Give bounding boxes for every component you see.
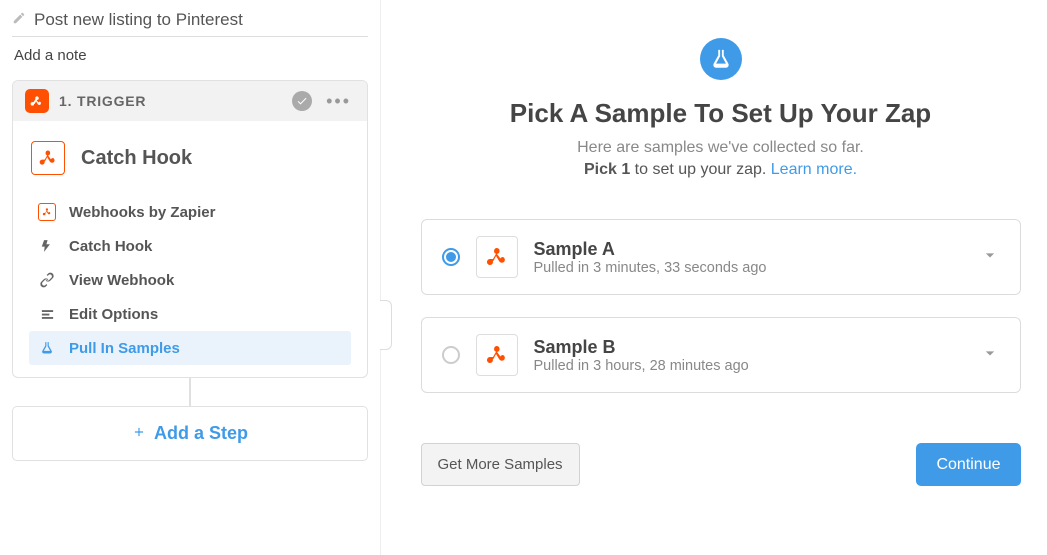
plus-icon	[132, 423, 146, 444]
flask-hero-icon	[700, 38, 742, 80]
zap-title: Post new listing to Pinterest	[34, 10, 243, 30]
substep-edit-label: Edit Options	[69, 306, 158, 323]
substep-action-label: Catch Hook	[69, 238, 152, 255]
trigger-step-title: Catch Hook	[81, 147, 192, 170]
lightning-icon	[37, 236, 57, 256]
samples-list: Sample A Pulled in 3 minutes, 33 seconds…	[421, 219, 1021, 415]
options-icon	[37, 304, 57, 324]
main-subtext: Here are samples we've collected so far.	[577, 139, 864, 157]
sample-card[interactable]: Sample B Pulled in 3 hours, 28 minutes a…	[421, 317, 1021, 393]
sample-name: Sample A	[534, 239, 964, 260]
learn-more-link[interactable]: Learn more.	[771, 161, 857, 178]
trigger-substeps: Webhooks by Zapier Catch Hook View Webho…	[13, 195, 367, 377]
step-connector	[189, 378, 191, 406]
chevron-down-icon[interactable]	[980, 245, 1000, 270]
radio-unselected[interactable]	[442, 346, 460, 364]
main-pick-text: Pick 1 to set up your zap. Learn more.	[584, 161, 857, 179]
step-menu-icon[interactable]: •••	[322, 91, 355, 112]
webhook-icon	[476, 236, 518, 278]
add-step-label: Add a Step	[154, 423, 248, 444]
pane-divider	[380, 0, 410, 555]
substep-app[interactable]: Webhooks by Zapier	[29, 195, 351, 229]
add-note-link[interactable]: Add a note	[12, 37, 368, 80]
add-step-button[interactable]: Add a Step	[12, 406, 368, 461]
substep-samples[interactable]: Pull In Samples	[29, 331, 351, 365]
trigger-title-row: Catch Hook	[13, 121, 367, 195]
chevron-down-icon[interactable]	[980, 343, 1000, 368]
link-icon	[37, 270, 57, 290]
webhook-icon	[476, 334, 518, 376]
sample-card[interactable]: Sample A Pulled in 3 minutes, 33 seconds…	[421, 219, 1021, 295]
substep-edit[interactable]: Edit Options	[29, 297, 351, 331]
webhook-icon	[31, 141, 65, 175]
main-panel: Pick A Sample To Set Up Your Zap Here ar…	[410, 0, 1047, 555]
main-heading: Pick A Sample To Set Up Your Zap	[510, 98, 931, 129]
substep-action[interactable]: Catch Hook	[29, 229, 351, 263]
radio-selected[interactable]	[442, 248, 460, 266]
flask-icon	[37, 338, 57, 358]
substep-view-label: View Webhook	[69, 272, 174, 289]
trigger-step-card: 1. TRIGGER ••• Catch Hook Webhooks by Za…	[12, 80, 368, 378]
sample-name: Sample B	[534, 337, 964, 358]
trigger-step-header[interactable]: 1. TRIGGER •••	[13, 81, 367, 121]
substep-app-label: Webhooks by Zapier	[69, 204, 215, 221]
pick-rest: to set up your zap.	[630, 161, 771, 178]
substep-samples-label: Pull In Samples	[69, 340, 180, 357]
sample-time: Pulled in 3 hours, 28 minutes ago	[534, 358, 964, 374]
check-complete-icon	[292, 91, 312, 111]
zap-title-row[interactable]: Post new listing to Pinterest	[12, 10, 368, 37]
webhook-mini-icon	[37, 202, 57, 222]
webhooks-app-icon	[25, 89, 49, 113]
pencil-icon	[12, 11, 26, 30]
collapse-handle[interactable]	[380, 300, 392, 350]
substep-view[interactable]: View Webhook	[29, 263, 351, 297]
footer-actions: Get More Samples Continue	[421, 443, 1021, 486]
sidebar: Post new listing to Pinterest Add a note…	[0, 0, 380, 555]
continue-button[interactable]: Continue	[916, 443, 1020, 486]
get-more-samples-button[interactable]: Get More Samples	[421, 443, 580, 486]
trigger-step-label: 1. TRIGGER	[59, 93, 282, 109]
sample-time: Pulled in 3 minutes, 33 seconds ago	[534, 260, 964, 276]
pick-count: Pick 1	[584, 161, 630, 178]
